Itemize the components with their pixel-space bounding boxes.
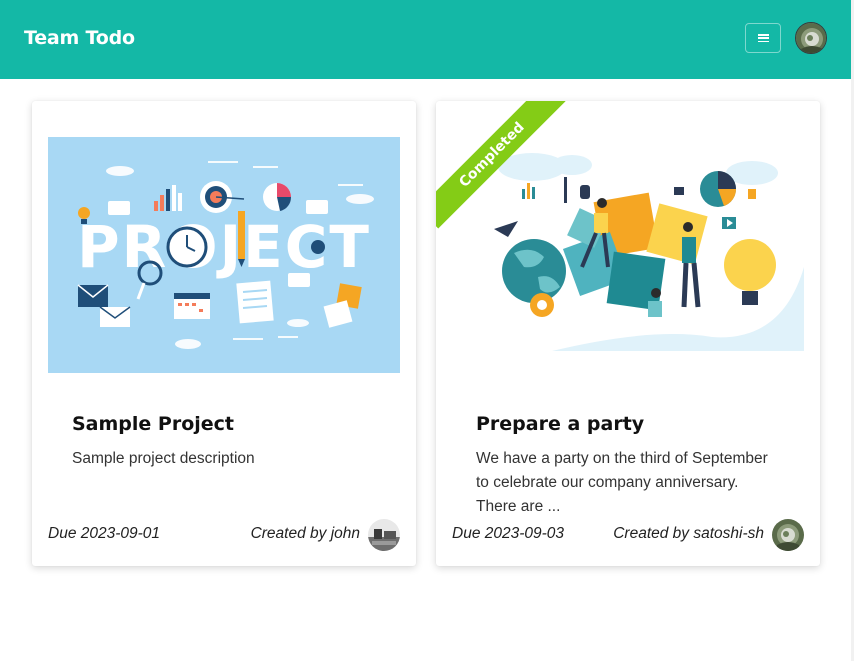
hamburger-menu-icon [757, 34, 769, 43]
card-description: We have a party on the third of Septembe… [476, 450, 768, 515]
project-illustration: PROJECT [48, 137, 400, 373]
menu-toggle-button[interactable] [745, 23, 781, 53]
due-date: Due 2023-09-03 [452, 525, 565, 542]
user-avatar[interactable] [795, 22, 827, 54]
brand-title[interactable]: Team Todo [24, 27, 135, 49]
card-title[interactable]: Prepare a party [476, 413, 644, 435]
project-card[interactable]: PROJECT Sample Project Sample project de… [32, 101, 416, 566]
due-date: Due 2023-09-01 [48, 525, 161, 542]
created-by: Created by john [250, 525, 360, 542]
creator-avatar [368, 519, 400, 551]
creator-avatar [772, 519, 804, 551]
svg-text:PROJECT: PROJECT [77, 213, 371, 281]
created-by: Created by satoshi-sh [613, 525, 764, 542]
project-illustration [452, 137, 804, 373]
top-navbar: Team Todo [0, 0, 851, 79]
card-description: Sample project description [72, 450, 255, 467]
project-card[interactable]: Completed Prepare a party We have a part… [436, 101, 820, 566]
card-title[interactable]: Sample Project [72, 413, 234, 435]
